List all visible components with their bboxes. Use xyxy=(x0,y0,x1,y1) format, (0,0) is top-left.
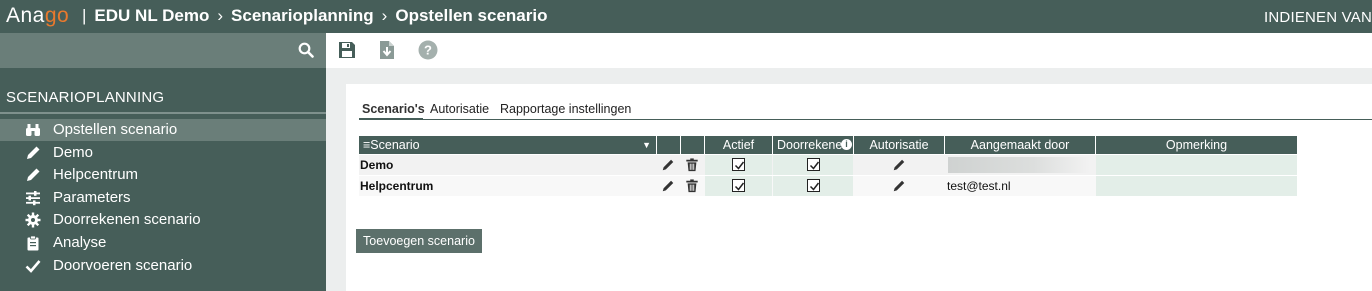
pencil-icon[interactable] xyxy=(892,158,906,172)
actief-cell xyxy=(705,176,772,196)
trash-icon[interactable] xyxy=(685,179,699,193)
breadcrumb-item-page: Opstellen scenario xyxy=(395,6,548,25)
sidebar: SCENARIOPLANNING Opstellen scenario Demo… xyxy=(0,33,326,291)
sidebar-item-label: Doorvoeren scenario xyxy=(53,257,193,274)
column-header-opmerking[interactable]: Opmerking xyxy=(1096,136,1297,154)
tab-rapportage-instellingen[interactable]: Rapportage instellingen xyxy=(500,102,631,116)
pencil-icon[interactable] xyxy=(661,179,675,193)
doorrekenen-checkbox[interactable] xyxy=(807,158,820,171)
breadcrumb-item-module[interactable]: Scenarioplanning xyxy=(231,6,374,25)
dropdown-arrow-icon[interactable]: ▼ xyxy=(642,136,651,154)
table-row[interactable]: Demo xyxy=(359,155,1297,175)
clipboard-icon xyxy=(27,235,39,251)
actief-cell xyxy=(705,155,772,175)
help-icon[interactable]: ? xyxy=(417,39,439,61)
anago-logo[interactable]: Anago xyxy=(6,4,69,28)
sidebar-title: SCENARIOPLANNING xyxy=(6,89,165,106)
opmerking-cell[interactable] xyxy=(1096,176,1297,196)
doorrekenen-cell xyxy=(773,176,853,196)
column-header-actief[interactable]: Actief xyxy=(705,136,772,154)
check-icon xyxy=(25,260,41,273)
column-header-scenario[interactable]: ≡Scenario ▼ xyxy=(359,136,656,154)
tab-autorisatie[interactable]: Autorisatie xyxy=(430,102,489,116)
toolbar: ? xyxy=(326,33,1372,68)
column-header-label: Scenario xyxy=(370,138,420,152)
column-header-edit xyxy=(657,136,680,154)
gear-icon xyxy=(25,212,41,228)
sidebar-item-analyse[interactable]: Analyse xyxy=(0,232,326,254)
breadcrumb-chevron: › xyxy=(381,6,388,25)
info-icon[interactable]: i xyxy=(841,139,852,150)
save-icon[interactable] xyxy=(336,39,358,61)
sliders-icon xyxy=(26,191,40,206)
sidebar-item-doorrekenen-scenario[interactable]: Doorrekenen scenario xyxy=(0,209,326,231)
sidebar-item-demo[interactable]: Demo xyxy=(0,142,326,164)
sidebar-item-label: Parameters xyxy=(53,189,131,206)
breadcrumb-chevron: › xyxy=(217,6,224,25)
sidebar-search-bar[interactable] xyxy=(0,33,326,68)
pencil-icon[interactable] xyxy=(661,158,675,172)
column-header-doorrekenen[interactable]: Doorrekenen i xyxy=(773,136,853,154)
pencil-icon xyxy=(27,168,40,181)
aangemaakt-door-cell xyxy=(945,155,1095,175)
sidebar-item-helpcentrum[interactable]: Helpcentrum xyxy=(0,164,326,186)
sidebar-item-label: Demo xyxy=(53,144,94,161)
sidebar-item-parameters[interactable]: Parameters xyxy=(0,187,326,209)
opmerking-cell[interactable] xyxy=(1096,155,1297,175)
sidebar-item-label: Analyse xyxy=(53,234,107,251)
sidebar-item-doorvoeren-scenario[interactable]: Doorvoeren scenario xyxy=(0,255,326,277)
aangemaakt-door-cell: test@test.nl xyxy=(947,179,1011,193)
binoculars-icon xyxy=(26,124,40,136)
actief-checkbox[interactable] xyxy=(732,179,745,192)
top-bar: Anago | EDU NL Demo › Scenarioplanning › Opst… xyxy=(0,0,1372,33)
logo-text-2: go xyxy=(44,4,70,27)
pencil-icon[interactable] xyxy=(892,179,906,193)
breadcrumb: | EDU NL Demo › Scenarioplanning › Opstellen … xyxy=(82,6,547,26)
sidebar-item-label: Opstellen scenario xyxy=(53,121,178,138)
tab-underline xyxy=(359,119,1372,120)
doorrekenen-cell xyxy=(773,155,853,175)
table-row[interactable]: Helpcentrum test@test.nl xyxy=(359,176,1297,196)
sidebar-divider xyxy=(0,112,326,114)
sidebar-item-label: Helpcentrum xyxy=(53,166,139,183)
tab-scenarios[interactable]: Scenario's xyxy=(362,102,425,116)
trash-icon[interactable] xyxy=(685,158,699,172)
actief-checkbox[interactable] xyxy=(732,158,745,171)
add-scenario-button[interactable]: Toevoegen scenario xyxy=(356,229,482,253)
breadcrumb-separator: | xyxy=(82,6,87,25)
logo-text-1: Ana xyxy=(6,4,45,27)
scenario-name[interactable]: Demo xyxy=(359,155,656,175)
column-header-autorisatie[interactable]: Autorisatie xyxy=(854,136,944,154)
download-icon[interactable] xyxy=(376,39,398,61)
column-header-delete xyxy=(681,136,704,154)
scenario-name[interactable]: Helpcentrum xyxy=(359,176,656,196)
column-header-label: Doorrekenen xyxy=(777,138,850,152)
column-header-aangemaakt-door[interactable]: Aangemaakt door xyxy=(945,136,1095,154)
search-icon[interactable] xyxy=(298,42,314,58)
blurred-redaction xyxy=(948,157,1090,173)
breadcrumb-item-org[interactable]: EDU NL Demo xyxy=(94,6,209,25)
svg-text:?: ? xyxy=(424,43,432,58)
indienen-menu[interactable]: INDIENEN VAN xyxy=(1264,9,1372,26)
tab-active-indicator xyxy=(359,118,423,120)
doorrekenen-checkbox[interactable] xyxy=(807,179,820,192)
sidebar-item-opstellen-scenario[interactable]: Opstellen scenario xyxy=(0,119,326,141)
sidebar-item-label: Doorrekenen scenario xyxy=(53,211,201,228)
pencil-icon xyxy=(27,146,40,159)
